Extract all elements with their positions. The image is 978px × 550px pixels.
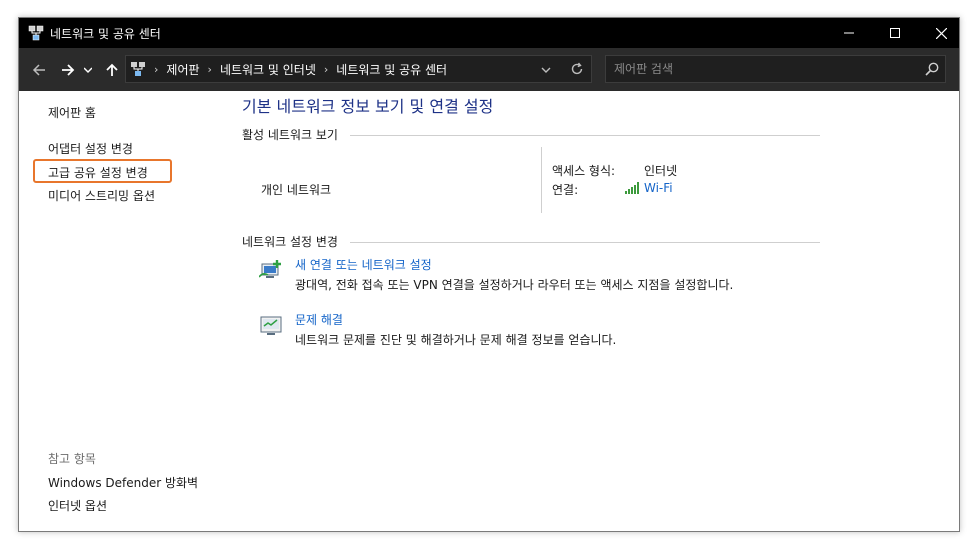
search-input[interactable] (614, 56, 914, 82)
minimize-icon (844, 32, 854, 34)
media-streaming-options-link[interactable]: 미디어 스트리밍 옵션 (48, 187, 155, 204)
address-toolbar: › 제어판 › 네트워크 및 인터넷 › 네트워크 및 공유 센터 (19, 48, 959, 91)
main-content: 기본 네트워크 정보 보기 및 연결 설정 활성 네트워크 보기 개인 네트워크… (239, 91, 959, 531)
arrow-left-icon (32, 64, 45, 76)
change-settings-heading: 네트워크 설정 변경 (242, 235, 338, 249)
troubleshoot-icon (260, 316, 282, 335)
network-name: 개인 네트워크 (261, 183, 332, 197)
close-icon (935, 27, 947, 39)
address-field[interactable]: › 제어판 › 네트워크 및 인터넷 › 네트워크 및 공유 센터 (125, 55, 592, 83)
access-type-value: 인터넷 (644, 164, 678, 178)
network-sharing-center-window: 네트워크 및 공유 센터 › 제어판 › 네트워크 및 인터넷 › 네트워크 및… (18, 17, 960, 532)
refresh-icon[interactable] (569, 61, 585, 77)
breadcrumb: › 제어판 › 네트워크 및 인터넷 › 네트워크 및 공유 센터 (126, 56, 447, 82)
troubleshoot-link[interactable]: 문제 해결 (295, 311, 343, 328)
troubleshoot-description: 네트워크 문제를 진단 및 해결하거나 문제 해결 정보를 얻습니다. (295, 333, 617, 347)
setup-new-connection-description: 광대역, 전화 접속 또는 VPN 연결을 설정하거나 라우터 또는 액세스 지… (295, 278, 734, 292)
section-divider (350, 135, 820, 136)
control-panel-home-link[interactable]: 제어판 홈 (48, 104, 96, 121)
section-divider (350, 242, 820, 243)
breadcrumb-network-sharing-center[interactable]: 네트워크 및 공유 센터 (336, 61, 447, 78)
control-panel-icon (131, 62, 145, 76)
new-connection-icon (259, 260, 281, 278)
left-task-pane: 제어판 홈 어댑터 설정 변경 고급 공유 설정 변경 미디어 스트리밍 옵션 … (19, 91, 239, 531)
windows-defender-firewall-link[interactable]: Windows Defender 방화벽 (48, 474, 198, 491)
forward-button[interactable] (57, 59, 79, 81)
minimize-button[interactable] (826, 18, 872, 48)
internet-options-link[interactable]: 인터넷 옵션 (48, 497, 107, 514)
search-icon[interactable] (924, 61, 940, 77)
active-networks-heading: 활성 네트워크 보기 (242, 128, 338, 142)
breadcrumb-separator[interactable]: › (324, 63, 328, 76)
maximize-icon (890, 28, 900, 38)
see-also-heading: 참고 항목 (48, 452, 96, 466)
maximize-button[interactable] (872, 18, 918, 48)
breadcrumb-separator[interactable]: › (154, 63, 158, 76)
breadcrumb-control-panel[interactable]: 제어판 (166, 61, 199, 78)
arrow-up-icon (106, 63, 118, 76)
arrow-right-icon (62, 64, 75, 76)
chevron-down-icon (84, 67, 92, 74)
breadcrumb-network-internet[interactable]: 네트워크 및 인터넷 (220, 61, 316, 78)
access-type-label: 액세스 형식: (552, 164, 616, 178)
address-dropdown-icon[interactable] (538, 62, 554, 78)
up-button[interactable] (101, 59, 123, 81)
connection-label: 연결: (552, 183, 579, 197)
advanced-sharing-settings-link[interactable]: 고급 공유 설정 변경 (48, 164, 148, 181)
page-title: 기본 네트워크 정보 보기 및 연결 설정 (242, 97, 494, 116)
breadcrumb-separator[interactable]: › (208, 63, 212, 76)
wifi-connection-label[interactable]: Wi-Fi (644, 181, 673, 195)
change-adapter-settings-link[interactable]: 어댑터 설정 변경 (48, 140, 133, 157)
back-button[interactable] (28, 59, 50, 81)
setup-new-connection-link[interactable]: 새 연결 또는 네트워크 설정 (295, 256, 432, 273)
close-button[interactable] (918, 18, 959, 48)
wifi-connection-link[interactable]: Wi-Fi (625, 181, 673, 195)
vertical-divider (541, 147, 542, 213)
network-app-icon (28, 25, 44, 41)
search-box[interactable] (605, 55, 946, 83)
recent-locations-button[interactable] (81, 59, 95, 81)
wifi-signal-icon (625, 182, 639, 194)
window-title: 네트워크 및 공유 센터 (50, 27, 161, 41)
title-bar: 네트워크 및 공유 센터 (19, 18, 959, 48)
